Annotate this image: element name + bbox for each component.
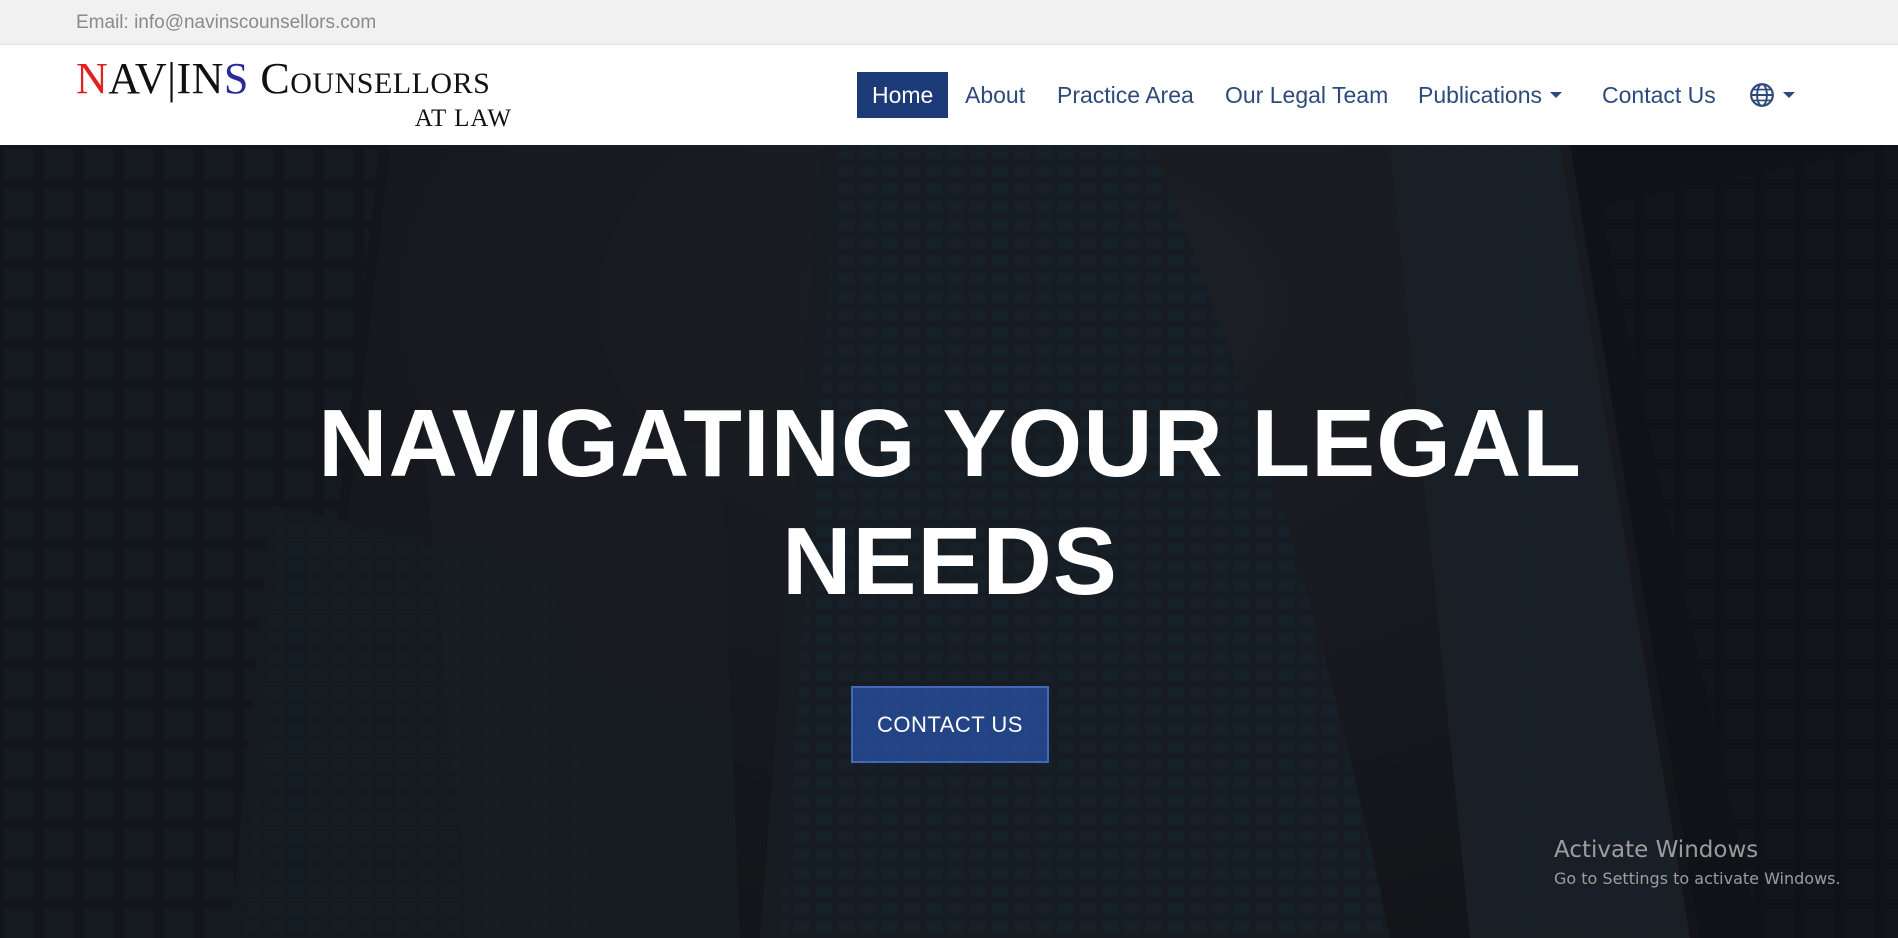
nav-our-legal-team[interactable]: Our Legal Team <box>1225 72 1388 118</box>
hero-banner: NAVIGATING YOUR LEGAL NEEDS CONTACT US A… <box>0 145 1898 938</box>
hero-heading-line-2: NEEDS <box>782 508 1118 615</box>
activate-windows-watermark: Activate Windows Go to Settings to activ… <box>1554 837 1841 888</box>
nav-contact-us[interactable]: Contact Us <box>1602 72 1716 118</box>
contact-email[interactable]: Email: info@navinscounsellors.com <box>76 12 376 34</box>
watermark-title: Activate Windows <box>1554 837 1759 863</box>
site-header: NAV|INS COUNSELLORS AT LAW Home About Pr… <box>0 45 1898 145</box>
site-logo[interactable]: NAV|INS COUNSELLORS AT LAW <box>76 51 516 135</box>
watermark-subtitle: Go to Settings to activate Windows. <box>1554 869 1841 888</box>
nav-home[interactable]: Home <box>857 72 949 118</box>
nav-publications[interactable]: Publications <box>1418 72 1563 118</box>
logo-wordmark: NAV|INS COUNSELLORS <box>76 54 491 103</box>
contact-us-button[interactable]: CONTACT US <box>851 686 1049 763</box>
nav-publications-label: Publications <box>1418 82 1543 108</box>
top-info-bar: Email: info@navinscounsellors.com <box>0 0 1898 45</box>
logo-tagline: AT LAW <box>414 105 512 132</box>
nav-practice-area[interactable]: Practice Area <box>1057 72 1194 118</box>
chevron-down-icon <box>1550 91 1563 98</box>
chevron-down-icon <box>1783 91 1795 98</box>
hero-heading: NAVIGATING YOUR LEGAL NEEDS <box>250 385 1650 621</box>
hero-heading-line-1: NAVIGATING YOUR LEGAL <box>318 390 1582 497</box>
nav-about[interactable]: About <box>965 72 1025 118</box>
globe-icon <box>1750 83 1774 107</box>
language-selector[interactable] <box>1749 72 1795 118</box>
